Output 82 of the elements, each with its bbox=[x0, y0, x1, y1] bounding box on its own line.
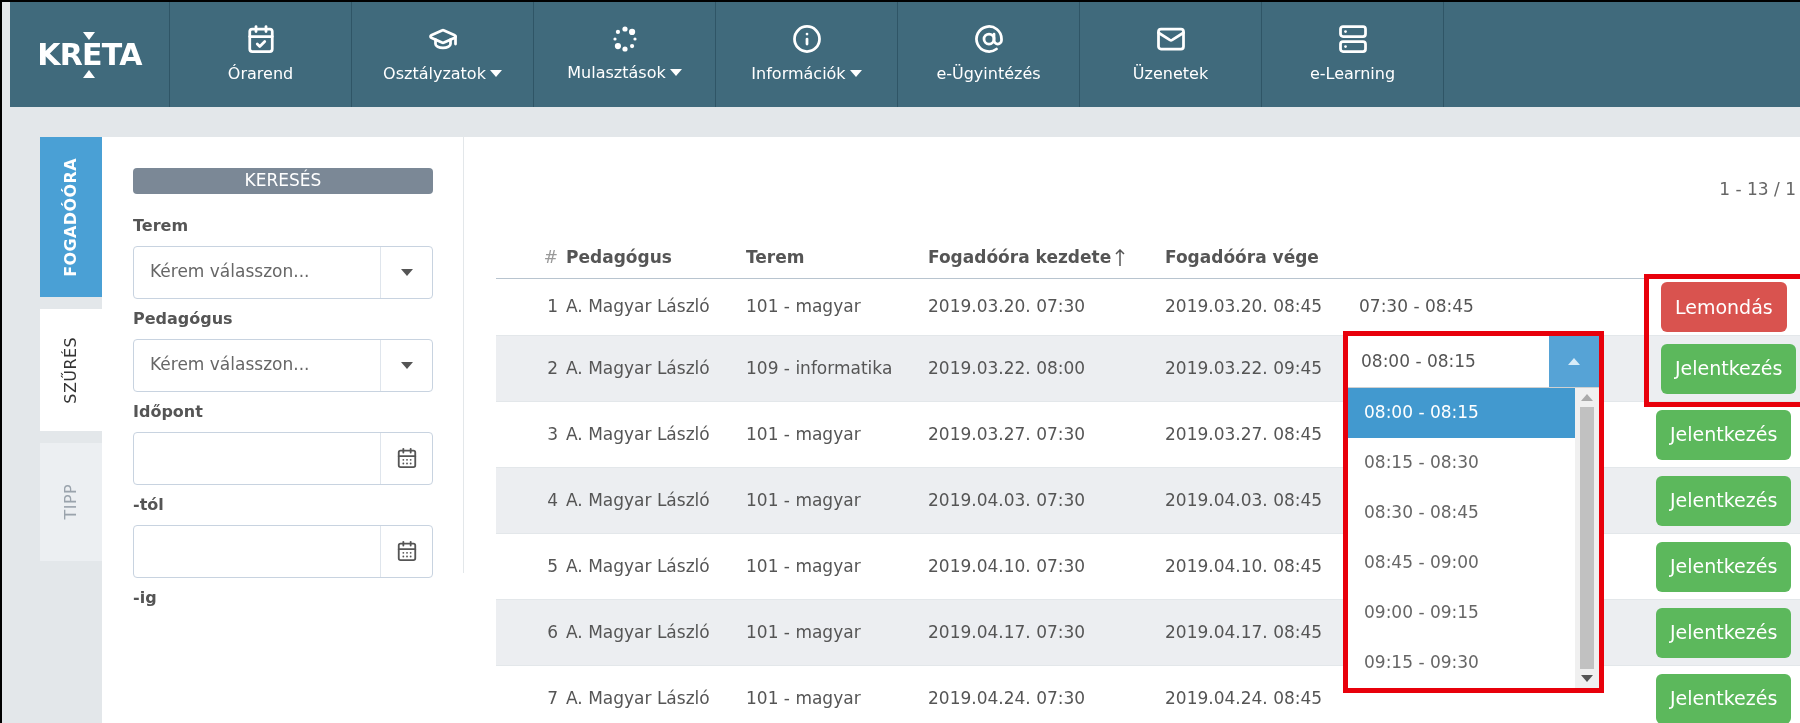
nav-item[interactable]: Osztályzatok bbox=[352, 2, 534, 107]
field-label: Időpont bbox=[133, 400, 204, 423]
field-label: -ig bbox=[133, 586, 158, 609]
scrollbar[interactable] bbox=[1575, 388, 1599, 688]
table-cell-text: 2019.04.24. 08:45 bbox=[1165, 686, 1324, 710]
table-cell-text: 2 bbox=[546, 356, 559, 380]
calendar-icon bbox=[395, 447, 418, 469]
table-cell-text: 2019.04.10. 07:30 bbox=[928, 554, 1087, 578]
table-cell-text: 5 bbox=[546, 554, 559, 578]
table-cell-text: A. Magyar László bbox=[566, 295, 711, 319]
server-stack-icon bbox=[1337, 23, 1368, 54]
table-cell-text: A. Magyar László bbox=[566, 620, 711, 644]
table-cell-text: A. Magyar László bbox=[566, 422, 711, 446]
table-cell-text: 2019.03.20. 08:45 bbox=[1165, 295, 1324, 319]
logo-text: KRETA bbox=[37, 39, 142, 70]
table-cell-text: 2019.03.20. 07:30 bbox=[928, 295, 1087, 319]
time-option[interactable]: 09:15 - 09:30 bbox=[1348, 638, 1575, 688]
side-tab[interactable]: SZŰRÉS bbox=[40, 309, 102, 431]
column-header[interactable]: Fogadóóra kezdete bbox=[928, 244, 1112, 271]
at-sign-icon bbox=[973, 23, 1004, 54]
logo-mark-icon bbox=[83, 31, 96, 40]
select-field[interactable]: Kérem válasszon... bbox=[133, 338, 433, 392]
column-header[interactable]: Pedagógus bbox=[566, 244, 672, 271]
table-cell-text: 2019.04.10. 08:45 bbox=[1165, 554, 1324, 578]
table-cell-text: 101 - magyar bbox=[746, 422, 862, 446]
select-field[interactable]: Kérem válasszon... bbox=[133, 245, 433, 299]
table-cell-text: 2019.03.22. 09:45 bbox=[1165, 356, 1324, 380]
search-button[interactable]: KERESÉS bbox=[133, 168, 433, 194]
table-cell-text: 4 bbox=[546, 488, 559, 512]
table-cell-text: 2019.04.24. 07:30 bbox=[928, 686, 1087, 710]
field-label: -tól bbox=[133, 493, 165, 516]
nav-item[interactable]: Órarend bbox=[170, 2, 352, 107]
column-header[interactable]: Terem bbox=[746, 244, 805, 271]
field-label: Terem bbox=[133, 214, 190, 237]
table-cell-text: A. Magyar László bbox=[566, 554, 711, 578]
nav-item[interactable]: Mulasztások bbox=[534, 2, 716, 107]
calendar-check-icon bbox=[245, 23, 276, 54]
time-option[interactable]: 09:00 - 09:15 bbox=[1348, 588, 1575, 638]
table-cell-text: 2019.04.03. 07:30 bbox=[928, 488, 1087, 512]
table-cell-text: A. Magyar László bbox=[566, 686, 711, 710]
table-cell-text: 7 bbox=[546, 686, 559, 710]
date-field[interactable] bbox=[133, 431, 433, 485]
table-cell-text: 2019.04.03. 08:45 bbox=[1165, 488, 1324, 512]
sort-arrow-icon bbox=[1115, 248, 1126, 267]
info-icon bbox=[791, 23, 822, 54]
nav-item[interactable]: Információk bbox=[716, 2, 898, 107]
cancel-button[interactable]: Lemondás bbox=[1661, 282, 1787, 332]
column-header[interactable]: Fogadóóra vége bbox=[1165, 244, 1319, 271]
calendar-icon bbox=[395, 540, 418, 562]
caret-icon bbox=[1581, 675, 1593, 682]
table-cell-text: A. Magyar László bbox=[566, 488, 711, 512]
table-cell-text: A. Magyar László bbox=[566, 356, 711, 380]
caret-icon bbox=[400, 268, 413, 276]
table-cell-text: 2019.04.17. 07:30 bbox=[928, 620, 1087, 644]
caret-icon bbox=[1568, 358, 1580, 365]
nav-item[interactable]: Üzenetek bbox=[1080, 2, 1262, 107]
time-option[interactable]: 08:00 - 08:15 bbox=[1348, 388, 1575, 438]
nav-item[interactable]: e-Learning bbox=[1262, 2, 1444, 107]
time-option[interactable]: 08:45 - 09:00 bbox=[1348, 538, 1575, 588]
table-cell-text: 2019.03.22. 08:00 bbox=[928, 356, 1087, 380]
table-cell-text: 109 - informatika bbox=[746, 356, 894, 380]
field-label: Pedagógus bbox=[133, 307, 234, 330]
nav-item[interactable]: e-Ügyintézés bbox=[898, 2, 1080, 107]
table-cell-text: 6 bbox=[546, 620, 559, 644]
table-cell-text: 101 - magyar bbox=[746, 620, 862, 644]
table-cell-text: 101 - magyar bbox=[746, 488, 862, 512]
table-cell-text: 07:30 - 08:45 bbox=[1358, 295, 1474, 319]
caret-icon bbox=[400, 361, 413, 369]
table-cell-text: 1 bbox=[546, 295, 559, 319]
table-cell-text: 101 - magyar bbox=[746, 295, 862, 319]
time-option[interactable]: 08:15 - 08:30 bbox=[1348, 438, 1575, 488]
table-cell-text: 2019.04.17. 08:45 bbox=[1165, 620, 1324, 644]
table-cell-text: 2019.03.27. 07:30 bbox=[928, 422, 1087, 446]
pagination-info: 1 - 13 / 1 bbox=[1719, 178, 1797, 201]
table-cell-text: 2019.03.27. 08:45 bbox=[1165, 422, 1324, 446]
date-field[interactable] bbox=[133, 524, 433, 578]
table-cell-text: 101 - magyar bbox=[746, 686, 862, 710]
logo-mark-icon bbox=[83, 69, 96, 78]
table-cell-text: 3 bbox=[546, 422, 559, 446]
time-option[interactable]: 08:30 - 08:45 bbox=[1348, 488, 1575, 538]
time-select-field[interactable]: 08:00 - 08:15 bbox=[1348, 336, 1599, 388]
table-cell-text: 101 - magyar bbox=[746, 554, 862, 578]
